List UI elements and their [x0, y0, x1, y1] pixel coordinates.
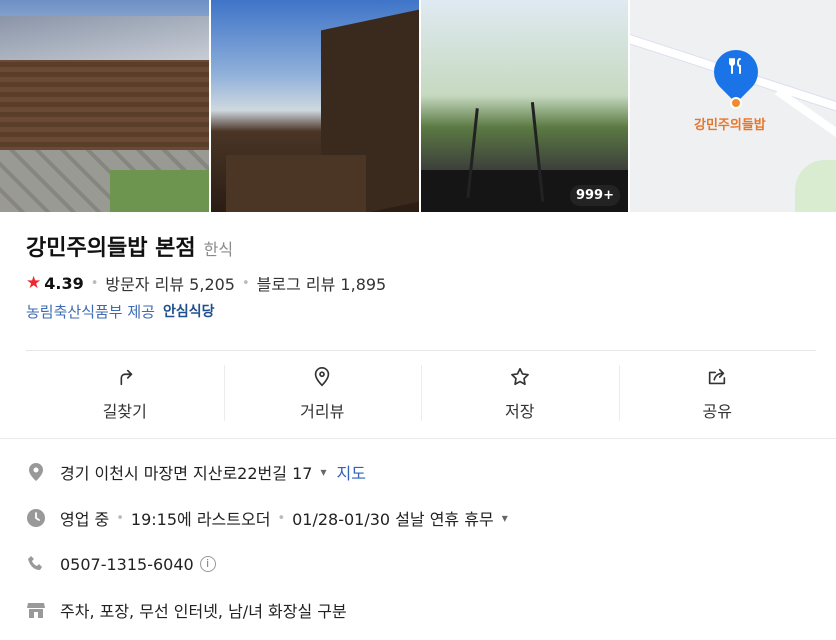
photo-patio[interactable]: 999+	[421, 0, 628, 212]
divider	[0, 438, 836, 439]
star-icon: ★	[26, 273, 42, 293]
store-icon	[26, 600, 46, 620]
share-button[interactable]: 공유	[618, 363, 817, 425]
amenities-text: 주차, 포장, 무선 인터넷, 남/녀 화장실 구분	[60, 602, 347, 621]
address-row: 경기 이천시 마장면 지산로22번길 17 ▾ 지도	[26, 456, 816, 488]
info-icon[interactable]: i	[199, 556, 216, 572]
place-info: 강민주의들밥 본점 한식 ★ 4.39 • 방문자 리뷰 5,205 • 블로그…	[26, 230, 816, 322]
map-location-dot	[730, 97, 742, 109]
photo-exterior[interactable]	[0, 0, 209, 212]
phone-row: 0507-1315-6040 i	[26, 548, 816, 580]
mini-map[interactable]: 강민주의들밥	[630, 0, 836, 212]
amenities-row: 주차, 포장, 무선 인터넷, 남/녀 화장실 구분	[26, 594, 816, 626]
blog-reviews-link[interactable]: 블로그 리뷰 1,895	[257, 271, 387, 295]
street-view-icon	[315, 367, 330, 387]
divider	[26, 350, 816, 351]
chevron-down-icon[interactable]: ▾	[502, 511, 508, 525]
address-text: 경기 이천시 마장면 지산로22번길 17	[60, 464, 313, 483]
last-order-text: 19:15에 라스트오더	[130, 510, 271, 529]
star-icon	[510, 367, 529, 386]
phone-icon	[26, 554, 46, 574]
restaurant-icon	[724, 56, 748, 80]
rating-value: 4.39	[44, 273, 84, 293]
review-stats: ★ 4.39 • 방문자 리뷰 5,205 • 블로그 리뷰 1,895	[26, 271, 387, 295]
chevron-down-icon[interactable]: ▾	[320, 465, 326, 479]
visitor-reviews-link[interactable]: 방문자 리뷰 5,205	[105, 271, 235, 295]
phone-number[interactable]: 0507-1315-6040	[60, 555, 194, 574]
place-category: 한식	[203, 240, 234, 259]
hours-row: 영업 중 • 19:15에 라스트오더 • 01/28-01/30 설날 연휴 …	[26, 502, 816, 534]
open-status: 영업 중	[60, 510, 110, 529]
location-pin-icon	[26, 462, 46, 482]
place-name: 강민주의들밥 본점	[26, 236, 196, 261]
directions-icon	[120, 369, 132, 386]
safe-restaurant-badge: 안심식당	[162, 304, 215, 320]
photo-building[interactable]	[211, 0, 419, 212]
action-bar: 길찾기 거리뷰 저장 공유	[26, 363, 816, 425]
save-button[interactable]: 저장	[421, 363, 619, 425]
holiday-text: 01/28-01/30 설날 연휴 휴무	[292, 510, 494, 529]
photo-count-badge[interactable]: 999+	[569, 185, 620, 206]
clock-icon	[26, 508, 46, 528]
street-view-button[interactable]: 거리뷰	[223, 363, 422, 425]
detail-list: 경기 이천시 마장면 지산로22번길 17 ▾ 지도 영업 중 • 19:15에…	[26, 456, 816, 640]
map-label: 강민주의들밥	[694, 118, 766, 133]
photo-strip: 999+ 강민주의들밥	[0, 0, 836, 212]
directions-button[interactable]: 길찾기	[26, 363, 224, 425]
share-icon	[709, 368, 726, 385]
provider-link[interactable]: 농림축산식품부 제공	[26, 301, 155, 322]
map-link[interactable]: 지도	[336, 460, 365, 484]
